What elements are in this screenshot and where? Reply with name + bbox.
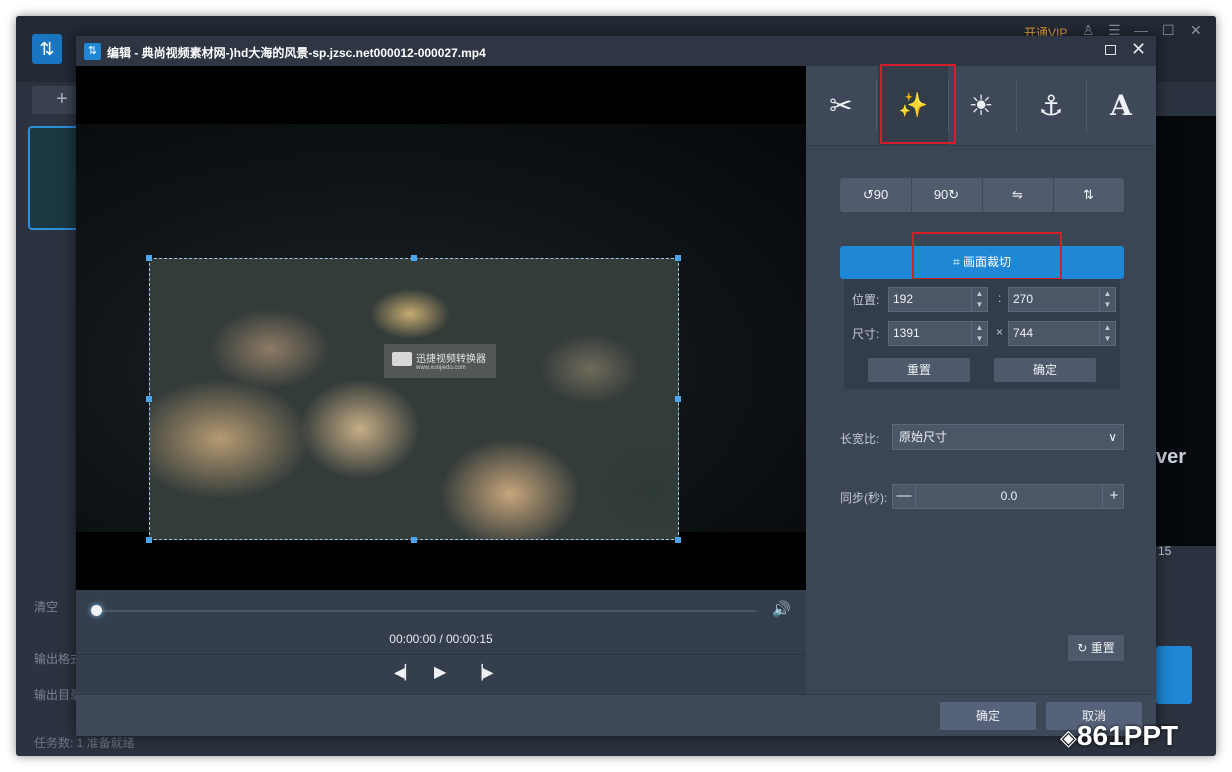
rotate-group: ↺90 90↻ ⇋ ⇅	[840, 178, 1124, 212]
refresh-icon: ↻	[1077, 641, 1091, 655]
confirm-button[interactable]: 确定	[940, 702, 1036, 730]
watermark-text: 迅捷视频转换器	[416, 354, 486, 365]
output-dir-label: 输出目录	[34, 688, 83, 702]
divider	[876, 80, 877, 132]
sync-stepper: — 0.0 +	[892, 484, 1124, 509]
position-separator: :	[998, 291, 1002, 305]
rotate-right-label: 90	[933, 187, 949, 202]
position-x-value: 192	[893, 292, 914, 306]
volume-icon[interactable]: 🔊	[772, 600, 791, 618]
crop-reset-button[interactable]: 重置	[868, 358, 970, 382]
maximize-icon[interactable]	[1105, 45, 1116, 55]
crop-handle-left[interactable]	[146, 396, 152, 402]
brand-text: 861PPT	[1076, 720, 1179, 751]
crop-region[interactable]	[149, 258, 679, 540]
brightness-icon[interactable]: ☀	[946, 66, 1016, 146]
camera-icon	[392, 352, 412, 366]
layers-icon: ◈	[1060, 725, 1077, 750]
output-format-label: 输出格式	[34, 652, 83, 666]
chevron-down-icon: ∨	[1108, 430, 1117, 444]
dialog-titlebar: ⇅ 编辑 - 典尚视频素材网-)hd大海的风景-sp.jzsc.net00001…	[76, 36, 1156, 66]
crop-handle-bottom[interactable]	[411, 537, 417, 543]
text-icon[interactable]: A	[1086, 66, 1156, 146]
aspect-label: 长宽比:	[840, 432, 880, 446]
time-display: 00:00:00 / 00:00:15	[389, 632, 493, 646]
dialog-app-icon: ⇅	[84, 43, 101, 60]
position-x-field[interactable]: 192 ▲ ▼	[888, 287, 988, 312]
maximize-icon[interactable]: ☐	[1162, 22, 1175, 39]
next-frame-icon[interactable]: ▕▶	[472, 664, 494, 681]
main-preview	[1156, 116, 1216, 546]
spinner-icon[interactable]: ▲ ▼	[1099, 288, 1115, 311]
minus-icon[interactable]: —	[893, 485, 915, 508]
rotate-left-label: 90	[873, 187, 889, 202]
video-preview: 迅捷视频转换器 www.xunjiedo.com	[76, 66, 806, 590]
position-y-field[interactable]: 270 ▲ ▼	[1008, 287, 1116, 312]
height-field[interactable]: 744 ▲ ▼	[1008, 321, 1116, 346]
scissors-icon[interactable]: ✂	[806, 66, 876, 146]
height-value: 744	[1013, 326, 1034, 340]
crop-handle-top-left[interactable]	[146, 255, 152, 261]
close-icon[interactable]: ✕	[1131, 39, 1146, 60]
preview-text: ver	[1156, 446, 1187, 468]
rotate-right-icon[interactable]: 90↻	[911, 178, 982, 212]
sync-value[interactable]: 0.0	[915, 485, 1103, 508]
crop-handle-bottom-right[interactable]	[675, 537, 681, 543]
size-label: 尺寸:	[852, 327, 880, 341]
progress-track[interactable]	[96, 610, 756, 612]
progress-knob[interactable]	[91, 605, 102, 616]
width-value: 1391	[893, 326, 920, 340]
divider	[76, 654, 806, 655]
player-controls: 🔊 00:00:00 / 00:00:15 ◀▏ ▶ ▕▶	[76, 590, 806, 694]
play-icon[interactable]: ▶	[434, 662, 446, 682]
reset-all-label: 重置	[1090, 641, 1115, 655]
reset-all-button[interactable]: ↻ 重置	[1068, 635, 1124, 661]
dialog-title: 编辑 - 典尚视频素材网-)hd大海的风景-sp.jzsc.net000012-…	[107, 46, 486, 60]
dialog-footer: 确定 取消	[76, 694, 1156, 736]
watermark-subtext: www.xunjiedo.com	[416, 365, 466, 371]
position-y-value: 270	[1013, 292, 1034, 306]
app-logo: ⇅	[32, 34, 62, 64]
crop-handle-top-right[interactable]	[675, 255, 681, 261]
highlight-box	[880, 64, 956, 144]
width-field[interactable]: 1391 ▲ ▼	[888, 321, 988, 346]
status-text: 任务数: 1 准备就绪	[34, 736, 135, 750]
flip-vertical-icon[interactable]: ⇅	[1053, 178, 1124, 212]
spinner-icon[interactable]: ▲ ▼	[971, 322, 987, 345]
edit-dialog: ⇅ 编辑 - 典尚视频素材网-)hd大海的风景-sp.jzsc.net00001…	[76, 36, 1156, 736]
rotate-left-icon[interactable]: ↺90	[840, 178, 911, 212]
brand-watermark: ◈861PPT	[1060, 720, 1178, 752]
aspect-value: 原始尺寸	[899, 430, 948, 444]
edit-panel: ✂ ✨ ☀ ⚓ A ↺90 90↻ ⇋ ⇅ ⌗ 画面裁切 位置: 192 ▲ ▼ :	[806, 64, 1156, 694]
watermark: 迅捷视频转换器 www.xunjiedo.com	[384, 344, 496, 378]
preview-time: 15	[1158, 544, 1172, 558]
sync-label: 同步(秒):	[840, 491, 888, 505]
size-separator: ×	[996, 325, 1004, 339]
spinner-icon[interactable]: ▲ ▼	[1099, 322, 1115, 345]
flip-horizontal-icon[interactable]: ⇋	[982, 178, 1053, 212]
crop-handle-bottom-left[interactable]	[146, 537, 152, 543]
crop-confirm-button[interactable]: 确定	[994, 358, 1096, 382]
stamp-icon[interactable]: ⚓	[1016, 66, 1086, 146]
crop-handle-right[interactable]	[675, 396, 681, 402]
prev-frame-icon[interactable]: ◀▏	[394, 664, 416, 681]
crop-handle-top[interactable]	[411, 255, 417, 261]
crop-settings: 位置: 192 ▲ ▼ : 270 ▲ ▼ 尺寸: 1391 ▲ ▼ × 744 ▲ ▼ 重置 …	[844, 279, 1120, 389]
position-label: 位置:	[852, 293, 880, 307]
aspect-select[interactable]: 原始尺寸 ∨	[892, 424, 1124, 450]
highlight-box	[912, 232, 1062, 280]
plus-icon[interactable]: +	[1103, 485, 1125, 508]
convert-button[interactable]	[1156, 646, 1192, 704]
tool-tabs: ✂ ✨ ☀ ⚓ A	[806, 64, 1156, 146]
clear-label[interactable]: 清空	[34, 598, 58, 615]
close-icon[interactable]: ✕	[1190, 22, 1202, 39]
spinner-icon[interactable]: ▲ ▼	[971, 288, 987, 311]
